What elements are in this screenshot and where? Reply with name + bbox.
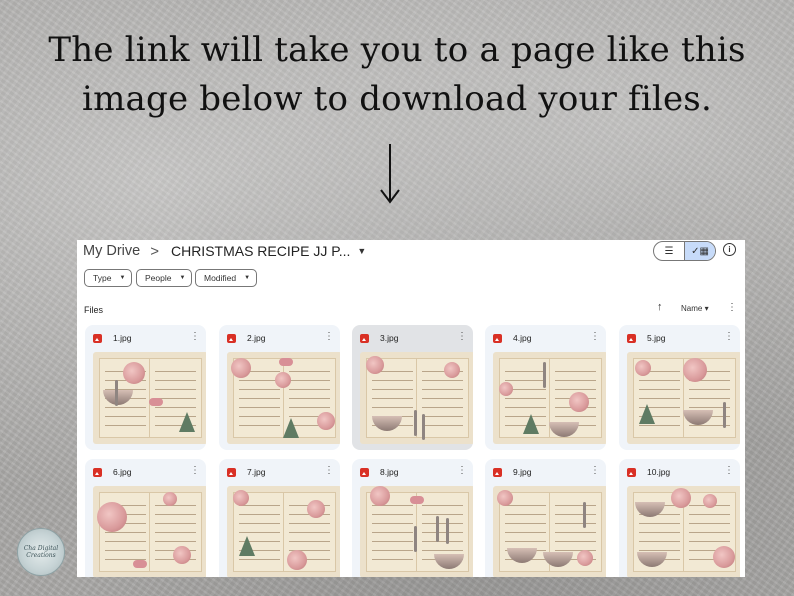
image-file-icon xyxy=(93,334,102,343)
breadcrumb-root[interactable]: My Drive xyxy=(83,243,140,259)
file-thumbnail[interactable] xyxy=(360,486,473,577)
view-toggle[interactable]: ☰ ✓▦ xyxy=(653,241,716,261)
file-more-icon[interactable]: ⋮ xyxy=(590,331,600,342)
file-name: 6.jpg xyxy=(113,467,132,477)
file-card[interactable]: 10.jpg ⋮ xyxy=(619,459,740,577)
file-card[interactable]: 4.jpg ⋮ xyxy=(485,325,606,450)
sort-by-button[interactable]: Name ▾ xyxy=(681,304,709,313)
file-name: 2.jpg xyxy=(247,333,266,343)
file-more-icon[interactable]: ⋮ xyxy=(457,465,467,476)
down-arrow-icon xyxy=(380,144,400,204)
file-thumbnail[interactable] xyxy=(93,486,206,577)
file-thumbnail[interactable] xyxy=(627,486,740,577)
list-view-icon[interactable]: ☰ xyxy=(654,242,684,260)
image-file-icon xyxy=(227,468,236,477)
file-card[interactable]: 1.jpg ⋮ xyxy=(85,325,206,450)
file-more-icon[interactable]: ⋮ xyxy=(457,331,467,342)
file-thumbnail[interactable] xyxy=(493,352,606,444)
file-name: 9.jpg xyxy=(513,467,532,477)
file-name: 3.jpg xyxy=(380,333,399,343)
sort-label: Name xyxy=(681,304,703,313)
chip-label: People xyxy=(145,273,172,283)
file-name: 10.jpg xyxy=(647,467,671,477)
people-filter-chip[interactable]: People ▼ xyxy=(136,269,193,287)
files-section-label: Files xyxy=(84,305,104,315)
headline: The link will take you to a page like th… xyxy=(0,26,794,124)
drive-panel: My Drive > CHRISTMAS RECIPE JJ P... ▼ ☰ … xyxy=(77,240,745,577)
breadcrumb-current-folder[interactable]: CHRISTMAS RECIPE JJ P... xyxy=(171,243,350,259)
headline-line-2: image below to download your files. xyxy=(82,79,712,119)
info-icon[interactable]: i xyxy=(723,243,736,256)
image-file-icon xyxy=(360,468,369,477)
sort-direction-icon[interactable]: ↑ xyxy=(657,301,663,313)
image-file-icon xyxy=(493,468,502,477)
chip-label: Type xyxy=(93,273,112,283)
image-file-icon xyxy=(227,334,236,343)
file-thumbnail[interactable] xyxy=(493,486,606,577)
breadcrumb-separator: > xyxy=(150,242,159,260)
file-more-icon[interactable]: ⋮ xyxy=(324,331,334,342)
file-more-icon[interactable]: ⋮ xyxy=(590,465,600,476)
image-file-icon xyxy=(627,468,636,477)
brand-logo-text: Cha Digital Creations xyxy=(23,545,59,559)
type-filter-chip[interactable]: Type ▼ xyxy=(84,269,133,287)
chip-dropdown-icon: ▼ xyxy=(119,275,126,281)
chip-dropdown-icon: ▼ xyxy=(179,275,186,281)
file-card[interactable]: 5.jpg ⋮ xyxy=(619,325,740,450)
file-card[interactable]: 2.jpg ⋮ xyxy=(219,325,340,450)
file-card[interactable]: 6.jpg ⋮ xyxy=(85,459,206,577)
modified-filter-chip[interactable]: Modified ▼ xyxy=(195,269,258,287)
file-more-icon[interactable]: ⋮ xyxy=(724,331,734,342)
chip-label: Modified xyxy=(204,273,237,283)
file-thumbnail[interactable] xyxy=(93,352,206,444)
file-more-icon[interactable]: ⋮ xyxy=(190,465,200,476)
file-name: 5.jpg xyxy=(647,333,666,343)
file-thumbnail[interactable] xyxy=(227,486,340,577)
file-thumbnail[interactable] xyxy=(227,352,340,444)
image-file-icon xyxy=(493,334,502,343)
file-thumbnail[interactable] xyxy=(360,352,473,444)
file-thumbnail[interactable] xyxy=(627,352,740,444)
file-card[interactable]: 3.jpg ⋮ xyxy=(352,325,473,450)
file-card[interactable]: 8.jpg ⋮ xyxy=(352,459,473,577)
brand-logo: Cha Digital Creations xyxy=(17,528,65,576)
more-options-icon[interactable]: ⋮ xyxy=(727,302,737,313)
file-card[interactable]: 9.jpg ⋮ xyxy=(485,459,606,577)
image-file-icon xyxy=(627,334,636,343)
folder-dropdown-icon[interactable]: ▼ xyxy=(357,246,366,256)
image-file-icon xyxy=(360,334,369,343)
file-more-icon[interactable]: ⋮ xyxy=(324,465,334,476)
headline-line-1: The link will take you to a page like th… xyxy=(48,30,746,70)
grid-view-icon[interactable]: ✓▦ xyxy=(684,242,715,260)
file-card[interactable]: 7.jpg ⋮ xyxy=(219,459,340,577)
file-more-icon[interactable]: ⋮ xyxy=(190,331,200,342)
file-more-icon[interactable]: ⋮ xyxy=(724,465,734,476)
chip-dropdown-icon: ▼ xyxy=(244,275,251,281)
file-name: 4.jpg xyxy=(513,333,532,343)
image-file-icon xyxy=(93,468,102,477)
file-name: 8.jpg xyxy=(380,467,399,477)
file-name: 7.jpg xyxy=(247,467,266,477)
breadcrumb: My Drive > CHRISTMAS RECIPE JJ P... ▼ xyxy=(83,241,366,261)
file-name: 1.jpg xyxy=(113,333,132,343)
